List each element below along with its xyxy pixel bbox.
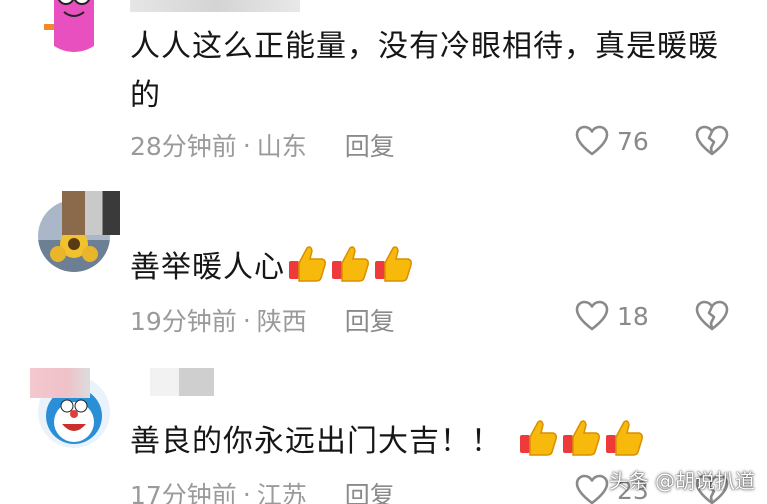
like-count: 76: [617, 126, 649, 156]
comment-location: 陕西: [256, 307, 307, 336]
thumbs-up-icon: [603, 417, 645, 457]
like-button[interactable]: 18: [575, 300, 649, 332]
comment-time: 19分钟前: [130, 307, 237, 336]
broken-heart-icon: [695, 300, 729, 331]
dislike-button[interactable]: [695, 125, 729, 161]
heart-icon: [575, 300, 609, 331]
comment-text: 人人这么正能量，没有冷眼相待，真是暖暖的: [130, 29, 719, 113]
heart-icon: [575, 125, 609, 156]
comment-meta: 28分钟前 · 山东 回复: [130, 127, 395, 163]
reply-button[interactable]: 回复: [345, 127, 395, 163]
thumbs-up-icon: [286, 243, 328, 283]
separator: ·: [242, 130, 251, 160]
username[interactable]: [62, 191, 120, 235]
reply-button[interactable]: 回复: [345, 302, 395, 338]
thumbs-up-icon: [329, 243, 371, 283]
comment-location: 江苏: [256, 481, 307, 504]
username[interactable]: [30, 368, 90, 398]
watermark: 头条 @胡说扒道: [608, 469, 755, 493]
comment-meta: 19分钟前 · 陕西 回复: [130, 302, 395, 338]
avatar[interactable]: [38, 0, 110, 52]
like-count: 18: [617, 301, 649, 331]
comment-text: 善举暖人心: [130, 243, 730, 292]
comment-time: 28分钟前: [130, 132, 237, 161]
separator: ·: [242, 479, 251, 504]
separator: ·: [242, 305, 251, 335]
heart-icon: [575, 474, 609, 504]
broken-heart-icon: [695, 125, 729, 156]
reply-button[interactable]: 回复: [345, 476, 395, 504]
thumbs-up-icon: [517, 417, 559, 457]
username[interactable]: [130, 0, 300, 12]
thumbs-up-icon: [560, 417, 602, 457]
comment-time: 17分钟前: [130, 481, 237, 504]
like-button[interactable]: 76: [575, 125, 649, 157]
comment-location: 山东: [256, 132, 307, 161]
comment-text: 善良的你永远出门大吉！！: [130, 417, 730, 466]
thumbs-up-icon: [372, 243, 414, 283]
dislike-button[interactable]: [695, 300, 729, 336]
comment-meta: 17分钟前 · 江苏 回复: [130, 476, 395, 504]
username[interactable]: [150, 368, 214, 396]
